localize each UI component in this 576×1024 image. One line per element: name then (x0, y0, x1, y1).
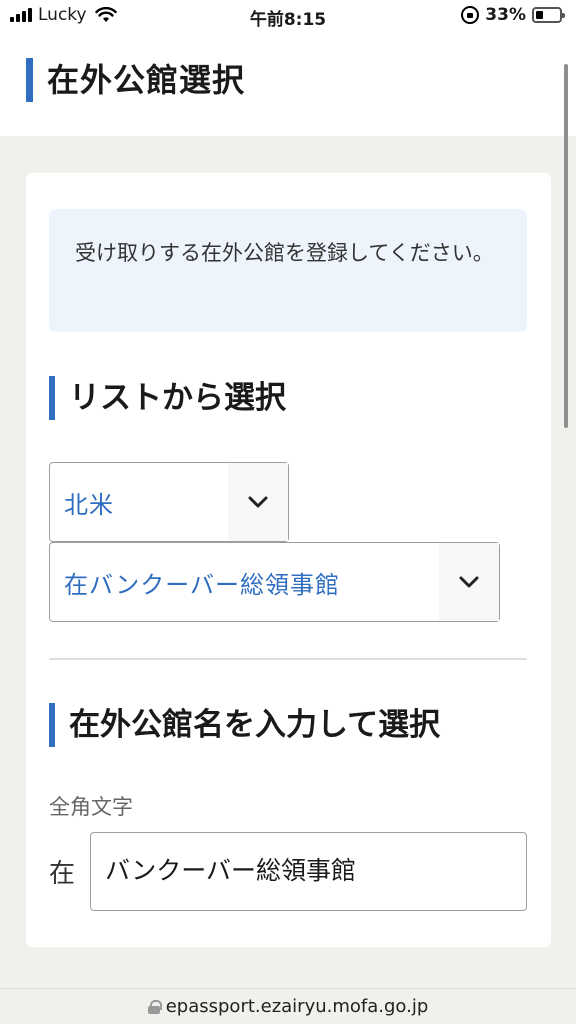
chevron-down-icon[interactable] (439, 543, 499, 621)
battery-icon (532, 7, 565, 23)
input-section-heading: 在外公館名を入力して選択 (49, 703, 440, 747)
chevron-down-icon[interactable] (228, 463, 288, 541)
list-section-heading: リストから選択 (49, 376, 286, 420)
lock-icon (147, 999, 162, 1014)
url-text: epassport.ezairyu.mofa.go.jp (165, 996, 429, 1017)
browser-url-bar[interactable]: epassport.ezairyu.mofa.go.jp (0, 988, 576, 1024)
region-select-value: 北米 (64, 490, 114, 519)
office-name-input[interactable]: バンクーバー総領事館 (90, 832, 527, 911)
input-prefix: 在 (49, 859, 76, 889)
battery-level (536, 11, 544, 19)
office-select-value: 在バンクーバー総領事館 (64, 570, 340, 599)
rotation-lock-icon (461, 6, 480, 24)
notice-message: 受け取りする在外公館を登録してください。 (49, 209, 527, 332)
status-bar: Lucky 午前8:15 33% (0, 0, 576, 32)
input-hint: 全角文字 (49, 795, 133, 819)
page-title: 在外公館選択 (26, 58, 245, 102)
section-divider (49, 658, 527, 660)
status-right: 33% (461, 5, 565, 25)
office-select[interactable]: 在バンクーバー総領事館 (49, 542, 500, 622)
battery-percent: 33% (485, 5, 526, 25)
scrollbar[interactable] (564, 64, 568, 428)
page-header: 在外公館選択 (0, 32, 576, 136)
main-card: 受け取りする在外公館を登録してください。 リストから選択 北米 在バンクーバー総… (26, 173, 551, 947)
region-select[interactable]: 北米 (49, 462, 289, 542)
